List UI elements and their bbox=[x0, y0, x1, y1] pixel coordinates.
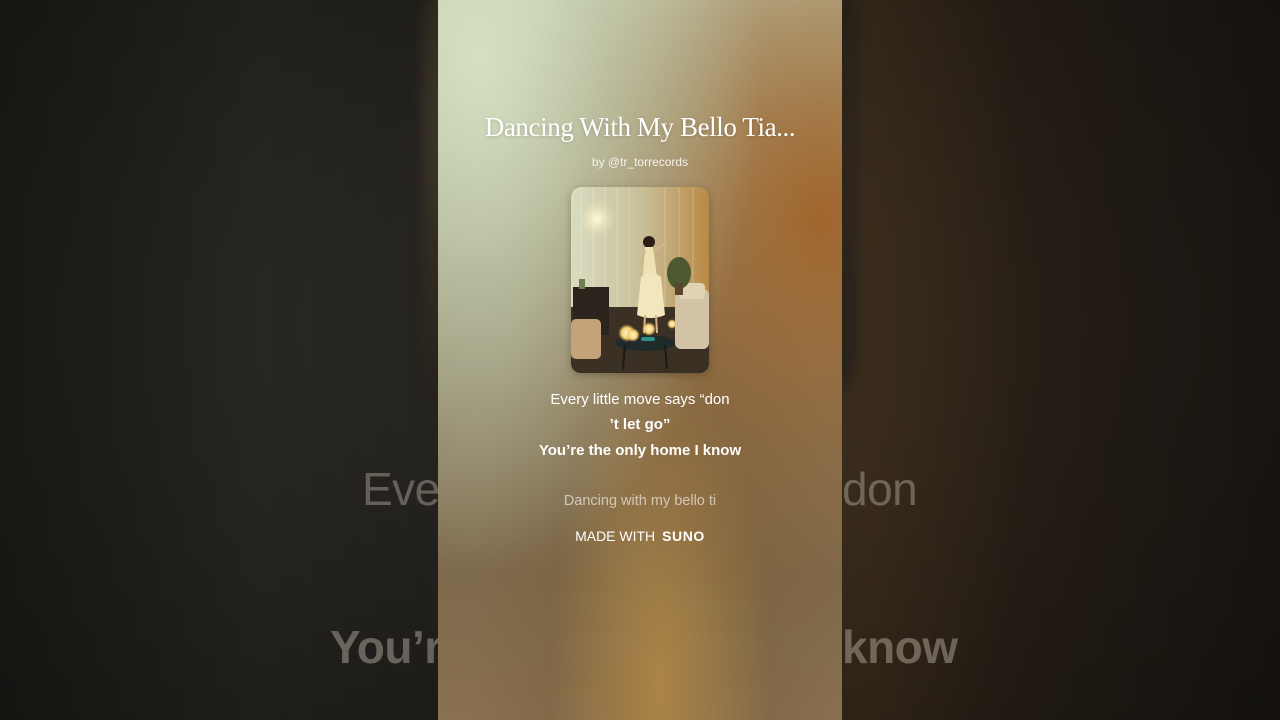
made-with-label: MADE WITH bbox=[575, 528, 656, 544]
song-artist: by @tr_torrecords bbox=[591, 155, 689, 169]
song-title: Dancing With My Bello Tia... bbox=[484, 112, 796, 142]
lyric-line-current-2: ’t let go” bbox=[609, 416, 671, 433]
player-panel: Dancing With My Bello Tia... by @tr_torr… bbox=[438, 0, 842, 720]
lyric-line-current-1: Every little move says “don bbox=[550, 391, 730, 408]
album-cover bbox=[571, 187, 709, 373]
made-with-badge: MADE WITH SUNO bbox=[438, 528, 842, 544]
lyric-line-next: Dancing with my bello ti bbox=[563, 493, 717, 509]
video-frame: Eve don You’r know Dancing With My Bello… bbox=[0, 0, 1280, 720]
lyric-line-current-3: You’re the only home I know bbox=[538, 442, 742, 459]
suno-logo: SUNO bbox=[662, 528, 705, 544]
